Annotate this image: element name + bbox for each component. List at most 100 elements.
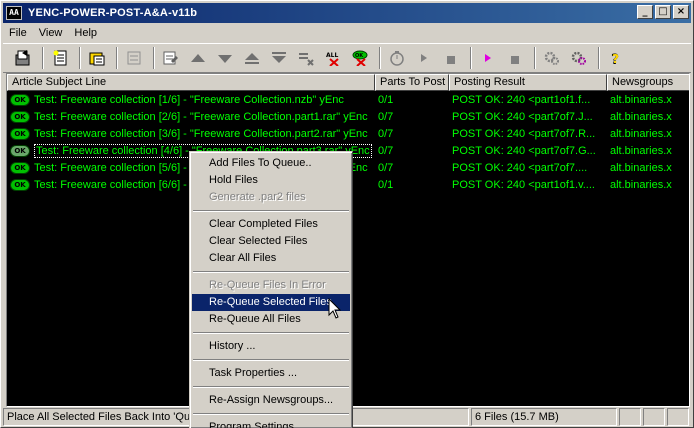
svg-text:OK: OK <box>355 53 364 59</box>
status-pane-empty <box>643 408 665 426</box>
menu-separator <box>193 210 349 212</box>
add-files-icon <box>53 50 67 66</box>
settings-icon <box>544 51 559 65</box>
list-header: Article Subject Line Parts To Post Posti… <box>7 74 689 91</box>
menu-separator <box>193 386 349 388</box>
move-bottom-button[interactable] <box>267 46 291 70</box>
settings2-icon <box>571 51 586 65</box>
parts-cell: 0/7 <box>378 144 394 157</box>
column-result[interactable]: Posting Result <box>449 74 607 91</box>
ok-status-icon: OK <box>10 161 30 174</box>
window-controls: _ □ × <box>635 5 689 19</box>
toolbar-separator <box>534 47 536 69</box>
status-file-count: 6 Files (15.7 MB) <box>471 408 617 426</box>
table-row[interactable]: OK Test: Freeware collection [1/6] - "Fre… <box>7 91 689 108</box>
stop-button[interactable] <box>439 46 463 70</box>
newsgroup-cell: alt.binaries.x <box>610 127 672 140</box>
subject-cell: OK Test: Freeware collection [2/6] - "Fre… <box>7 110 375 123</box>
stop2-icon <box>511 56 519 64</box>
delete-all-button[interactable]: ALL <box>321 46 345 70</box>
delete-ok-button[interactable]: OK <box>348 46 372 70</box>
menu-separator <box>193 413 349 415</box>
main-window: AA YENC-POWER-POST-A&A-v11b _ □ × File V… <box>0 0 694 428</box>
subject-text: Test: Freeware collection [2/6] - "Freew… <box>34 110 368 123</box>
menu-requeue-all[interactable]: Re-Queue All Files <box>192 311 350 328</box>
table-row[interactable]: OK Test: Freeware collection [2/6] - "Fre… <box>7 108 689 125</box>
ok-status-icon: OK <box>10 178 30 191</box>
result-cell: POST OK: 240 <part1of1.f... <box>452 93 591 106</box>
play-now-button[interactable] <box>476 46 500 70</box>
ok-status-icon: OK <box>10 127 30 140</box>
status-pane-empty <box>667 408 689 426</box>
menu-file[interactable]: File <box>3 24 33 42</box>
menu-separator <box>193 332 349 334</box>
menu-view[interactable]: View <box>33 24 69 42</box>
menu-hold-files[interactable]: Hold Files <box>192 172 350 189</box>
maximize-button[interactable]: □ <box>655 5 671 19</box>
parts-cell: 0/1 <box>378 93 394 106</box>
play-icon <box>421 54 427 62</box>
menu-task-properties[interactable]: Task Properties ... <box>192 365 350 382</box>
menu-clear-completed[interactable]: Clear Completed Files <box>192 216 350 233</box>
settings-button[interactable] <box>540 46 564 70</box>
menu-program-settings[interactable]: Program Settings ... <box>192 419 350 428</box>
menu-history[interactable]: History ... <box>192 338 350 355</box>
timer-icon <box>390 51 404 66</box>
newsgroup-cell: alt.binaries.x <box>610 144 672 157</box>
play-button[interactable] <box>412 46 436 70</box>
move-top-button[interactable] <box>240 46 264 70</box>
help-icon: ?? <box>611 52 619 66</box>
newsgroup-cell: alt.binaries.x <box>610 93 672 106</box>
subject-text: Test: Freeware collection [3/6] - "Freew… <box>34 127 368 140</box>
column-newsgroups[interactable]: Newsgroups <box>607 74 689 91</box>
toolbar-separator <box>598 47 600 69</box>
open-button[interactable] <box>85 46 109 70</box>
result-cell: POST OK: 240 <part7of7.... <box>452 161 588 174</box>
edit-button[interactable] <box>159 46 183 70</box>
add-files-button[interactable] <box>48 46 72 70</box>
open-icon <box>89 52 105 66</box>
app-icon[interactable]: AA <box>6 6 22 20</box>
help-button[interactable]: ?? <box>604 46 628 70</box>
parts-cell: 0/7 <box>378 110 394 123</box>
mouse-cursor-icon <box>328 298 342 319</box>
menu-generate-par2[interactable]: Generate .par2 files <box>192 189 350 206</box>
table-row[interactable]: OK Test: Freeware collection [3/6] - "Fre… <box>7 125 689 142</box>
menu-help[interactable]: Help <box>68 24 103 42</box>
disabled-icon <box>127 51 141 65</box>
parts-cell: 0/7 <box>378 127 394 140</box>
menu-add-files[interactable]: Add Files To Queue.. <box>192 155 350 172</box>
toolbar: ALL OK ?? <box>3 43 691 73</box>
toolbar-separator <box>42 47 44 69</box>
stop-now-button[interactable] <box>503 46 527 70</box>
column-subject[interactable]: Article Subject Line <box>7 74 375 91</box>
disabled-button[interactable] <box>122 46 146 70</box>
post-button[interactable] <box>11 46 35 70</box>
move-bottom-icon <box>272 52 286 63</box>
settings-alt-button[interactable] <box>567 46 591 70</box>
svg-text:?: ? <box>612 52 619 66</box>
ok-delete-icon: OK <box>352 50 368 66</box>
menu-requeue-selected[interactable]: Re-Queue Selected Files <box>192 294 350 311</box>
move-down-button[interactable] <box>213 46 237 70</box>
timer-button[interactable] <box>385 46 409 70</box>
result-cell: POST OK: 240 <part7of7.J... <box>452 110 593 123</box>
menu-clear-all[interactable]: Clear All Files <box>192 250 350 267</box>
minimize-button[interactable]: _ <box>637 5 653 19</box>
clear-icon <box>299 53 314 66</box>
stop-icon <box>447 56 455 64</box>
ok-status-icon: OK <box>10 93 30 106</box>
column-parts[interactable]: Parts To Post <box>375 74 449 91</box>
menu-reassign-newsgroups[interactable]: Re-Assign Newsgroups... <box>192 392 350 409</box>
title-bar[interactable]: AA YENC-POWER-POST-A&A-v11b _ □ × <box>3 3 691 23</box>
menu-requeue-error[interactable]: Re-Queue Files In Error <box>192 277 350 294</box>
clear-button[interactable] <box>294 46 318 70</box>
move-up-button[interactable] <box>186 46 210 70</box>
toolbar-separator <box>153 47 155 69</box>
move-down-icon <box>218 55 232 63</box>
close-button[interactable]: × <box>673 5 689 19</box>
window-title: YENC-POWER-POST-A&A-v11b <box>28 7 198 19</box>
toolbar-separator <box>79 47 81 69</box>
menu-clear-selected[interactable]: Clear Selected Files <box>192 233 350 250</box>
result-cell: POST OK: 240 <part7of7.G... <box>452 144 596 157</box>
